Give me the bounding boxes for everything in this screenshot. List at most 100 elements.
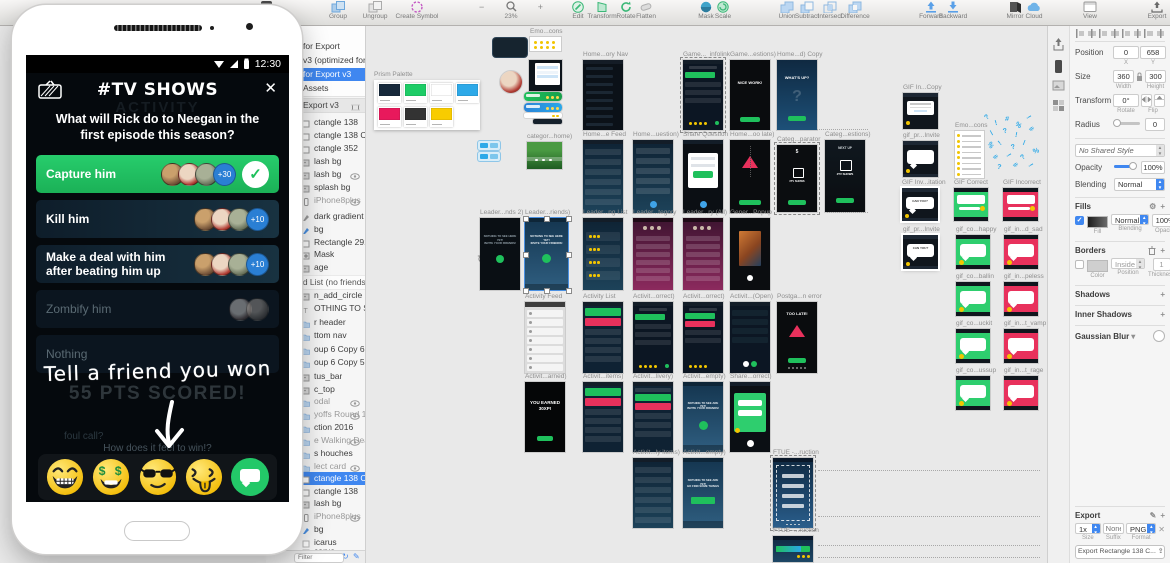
layer-filter-input[interactable] <box>294 553 344 563</box>
artboard-label[interactable]: Leader...tegory <box>633 209 676 216</box>
eye-icon[interactable] <box>350 197 360 210</box>
blur-toggle[interactable] <box>1153 330 1165 342</box>
artboard-label[interactable]: Activit...orrect) <box>683 293 725 300</box>
chevron-down-icon[interactable]: ▾ <box>1131 332 1135 341</box>
canvas[interactable]: Emo...consPrism Palettecategor...home)↻H… <box>365 25 1048 563</box>
export-suffix-input[interactable] <box>1103 523 1124 534</box>
artboard-label[interactable]: GIF Incorrect <box>1003 179 1041 186</box>
artboard-label[interactable]: Prism Palette <box>374 71 413 78</box>
zoom-in-icon[interactable]: + <box>538 2 543 12</box>
artboard-gifDarkCard[interactable] <box>903 93 938 129</box>
artboard-activity[interactable] <box>583 302 623 373</box>
artboard-label[interactable]: Activity List <box>583 293 616 300</box>
toolbar-export-button[interactable]: Export <box>1125 1 1170 24</box>
artboard-gifRed[interactable] <box>1004 376 1038 410</box>
artboard-palette[interactable] <box>374 80 480 130</box>
artboard-gifRed[interactable] <box>1004 235 1038 269</box>
image-icon[interactable] <box>1052 80 1065 92</box>
artboard-questionRed[interactable] <box>683 302 723 373</box>
shared-style-dropdown[interactable]: No Shared Style▲▼ <box>1075 144 1165 157</box>
artboard-nicework[interactable]: NICE WORK! <box>730 60 770 130</box>
artboard-ftux[interactable] <box>773 458 813 528</box>
artboard-label[interactable]: gif_co...uckit <box>956 320 992 327</box>
artboard-label[interactable]: gif_co...ussup <box>956 367 996 374</box>
artboard-question[interactable] <box>633 302 673 373</box>
artboard-emptyBtn[interactable]: NOTHING TO SEE ARE YET!GO FIND SOME THIN… <box>683 458 723 528</box>
artboard-label[interactable]: Emo...cons <box>955 122 988 129</box>
width-input[interactable]: 360 <box>1113 70 1134 83</box>
artboard-label[interactable]: Postga...n error <box>777 293 822 300</box>
fill-blending-dropdown[interactable]: Normal▲▼ <box>1111 214 1149 225</box>
artboard-pillWhite[interactable] <box>524 113 562 118</box>
artboard-label[interactable]: gif_pr...Invite <box>903 226 940 233</box>
toolbar-view-button[interactable]: View <box>1058 1 1122 24</box>
artboard-label[interactable]: Share Question <box>683 131 728 138</box>
artboard-label[interactable]: Home...uestion) <box>633 131 679 138</box>
artboard-label[interactable]: gif_in...d_sad <box>1004 226 1043 233</box>
toolbar-difference-button[interactable]: Difference <box>823 1 887 24</box>
selection-handle[interactable] <box>566 288 572 294</box>
border-checkbox[interactable] <box>1075 260 1084 269</box>
artboard-label[interactable]: categor...home) <box>527 133 572 140</box>
artboard-label[interactable]: Activit...livery) <box>633 373 673 380</box>
opacity-input[interactable]: 100% <box>1141 161 1165 174</box>
artboard-answersOpen[interactable] <box>730 302 770 373</box>
align-center-icon[interactable] <box>1087 29 1095 38</box>
artboard-nothingDark[interactable]: NOTHING TO SEE HERE YET!INVITE YOUR FRIE… <box>480 218 520 290</box>
add-border-button[interactable]: + <box>1160 246 1165 255</box>
share-icon[interactable] <box>1052 37 1065 52</box>
artboard-photo[interactable] <box>527 142 562 169</box>
artboard-label[interactable]: Gener...Popup <box>730 209 772 216</box>
fill-checkbox[interactable]: ✓ <box>1075 216 1084 225</box>
artboard-label[interactable]: Categ...estions) <box>825 131 871 138</box>
position-x-input[interactable]: 0 <box>1113 46 1139 59</box>
trash-icon[interactable] <box>1148 246 1156 255</box>
artboard-label[interactable]: Home...oo late) <box>730 131 774 138</box>
artboard-gifDarkBubble[interactable] <box>903 141 938 177</box>
device-icon[interactable] <box>1052 59 1065 74</box>
phone-preview-window[interactable]: 12:30 ACTIVITY #TV SHOWS ✕ What will Ric… <box>12 5 302 554</box>
artboard-chipDark[interactable] <box>493 38 527 57</box>
artboard-gifGreen[interactable] <box>956 282 990 316</box>
artboard-gifDarkBubble[interactable]: CAN YOU? <box>903 235 938 269</box>
edit-icon[interactable]: ✎ <box>353 552 360 561</box>
artboard-emptyDot[interactable]: NOTHING TO SEE ARE YET!INVITE YOUR FRIEN… <box>683 382 723 452</box>
artboard-chipBlue[interactable] <box>478 152 500 161</box>
artboard-question[interactable] <box>683 60 723 130</box>
artboard-pillDark[interactable] <box>533 119 562 124</box>
artboard-bag5[interactable]: 5#TV SHOWS <box>777 145 817 212</box>
artboard-shareDark[interactable] <box>683 140 723 213</box>
lock-icon[interactable] <box>1136 72 1143 82</box>
artboard-label[interactable]: gif_co...ballin <box>956 273 994 280</box>
toolbar-backward-button[interactable]: Backward <box>921 1 985 24</box>
artboard-blue[interactable] <box>633 458 673 528</box>
artboard-leaderlist[interactable] <box>583 218 623 290</box>
artboard-toolateFull[interactable]: TOO LATE! <box>777 302 817 373</box>
gear-icon[interactable]: ⚙ <box>1149 202 1156 211</box>
artboard-label[interactable]: gif_co...happy <box>956 226 996 233</box>
artboard-label[interactable]: Home...ory Nav <box>583 51 628 58</box>
toolbar-symbol-button[interactable]: Create Symbol <box>385 1 449 24</box>
artboard-blue[interactable] <box>583 140 623 213</box>
artboard-avatar[interactable] <box>500 71 522 93</box>
artboard-shareGreen[interactable] <box>730 382 770 452</box>
artboard-toolate[interactable] <box>730 140 770 213</box>
artboard-chipBlue[interactable] <box>478 141 500 150</box>
flip-vertical-button[interactable] <box>1154 94 1165 107</box>
align-top-icon[interactable] <box>1122 29 1130 38</box>
artboard-label[interactable]: Game...estions) <box>730 51 776 58</box>
artboard-label[interactable]: Activit...empty) <box>683 449 726 456</box>
flip-horizontal-button[interactable] <box>1141 94 1152 107</box>
artboard-label[interactable]: gif_in...t_rage <box>1004 367 1043 374</box>
artboard-gifGreen[interactable] <box>956 235 990 269</box>
rotate-input[interactable]: 0° <box>1113 94 1139 107</box>
artboard-bluefab[interactable] <box>633 140 673 213</box>
artboard-label[interactable]: Activit...orrect) <box>633 293 675 300</box>
artboard-whatsup[interactable]: WHAT'S UP?? <box>777 60 817 130</box>
artboard-photoPopup[interactable] <box>730 218 770 290</box>
position-y-input[interactable]: 658 <box>1140 46 1166 59</box>
selection-handle[interactable] <box>523 216 529 222</box>
selection-handle[interactable] <box>523 252 529 258</box>
artboard-activity2[interactable] <box>633 382 673 452</box>
artboard-label[interactable]: Categ...parator <box>777 136 820 143</box>
